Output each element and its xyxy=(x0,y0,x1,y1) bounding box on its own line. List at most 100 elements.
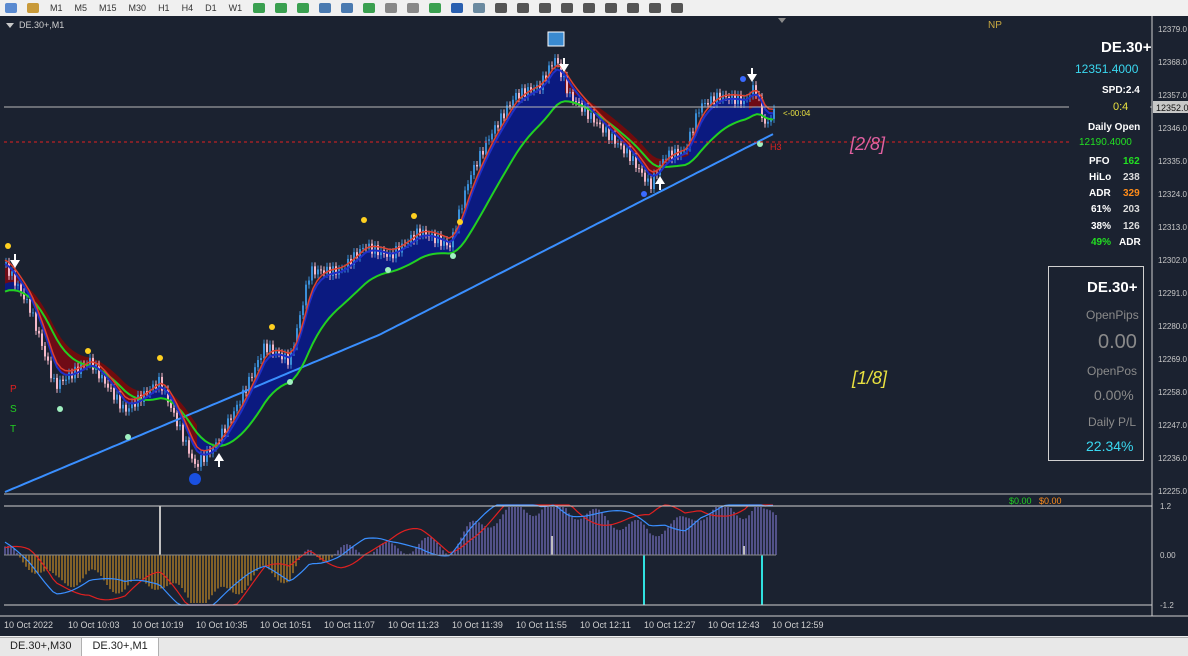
trendline-icon[interactable] xyxy=(583,3,596,13)
signal-dot xyxy=(740,76,746,82)
pst-t-label: T xyxy=(10,424,16,435)
timeframe-h4[interactable]: H4 xyxy=(176,3,200,13)
signal-a-dot xyxy=(189,473,201,485)
timeframe-d1[interactable]: D1 xyxy=(199,3,223,13)
candle-body xyxy=(473,164,475,176)
zoom-out-icon[interactable] xyxy=(341,3,354,13)
candle-body xyxy=(260,358,262,361)
price-chart[interactable]: 12379.0 12368.0 12357.0 12346.0 12335.0 12324… xyxy=(0,16,1188,636)
tab-de30-m1[interactable]: DE.30+,M1 xyxy=(82,638,159,656)
current-price-tag-text: 12352.0 xyxy=(1156,103,1188,113)
folder-icon[interactable] xyxy=(27,3,39,13)
price-axis-label: 12269.0 xyxy=(1158,355,1187,364)
stat-value-hilo: 238 xyxy=(1123,172,1140,183)
vertical-line-icon[interactable] xyxy=(539,3,552,13)
candle-body xyxy=(467,184,469,191)
candle-body xyxy=(179,424,181,427)
candle-body xyxy=(182,424,184,442)
candle-body xyxy=(35,312,37,331)
candle-body xyxy=(617,143,619,145)
add-indicator-icon[interactable] xyxy=(429,3,442,13)
timeframe-m5[interactable]: M5 xyxy=(69,3,94,13)
zoom-in-icon[interactable] xyxy=(319,3,332,13)
candle-body xyxy=(449,245,451,248)
candle-body xyxy=(53,377,55,379)
candle-body xyxy=(647,178,649,182)
candle-body xyxy=(101,374,103,379)
crosshair-icon[interactable] xyxy=(517,3,530,13)
tab-de30-m30[interactable]: DE.30+,M30 xyxy=(0,638,83,656)
candle-body xyxy=(113,388,115,400)
bar-chart-icon[interactable] xyxy=(275,3,288,13)
signal-dot xyxy=(641,191,647,197)
price-axis-label: 12324.0 xyxy=(1158,190,1187,199)
price-axis-label: 12302.0 xyxy=(1158,256,1187,265)
text-icon[interactable] xyxy=(649,3,662,13)
candle-body xyxy=(767,121,769,124)
indicator-icon[interactable] xyxy=(253,3,266,13)
candle-body xyxy=(773,108,775,119)
candle-body xyxy=(122,404,124,409)
price-axis-label: 12313.0 xyxy=(1158,223,1187,232)
line-chart-icon[interactable] xyxy=(297,3,310,13)
candle-body xyxy=(704,102,706,104)
timeframe-m1[interactable]: M1 xyxy=(44,3,69,13)
time-axis-label: 10 Oct 2022 xyxy=(4,620,53,630)
chart-window[interactable]: 12379.0 12368.0 12357.0 12346.0 12335.0 12324… xyxy=(0,16,1188,636)
stat-value-61: 203 xyxy=(1123,204,1140,215)
cursor-icon[interactable] xyxy=(495,3,508,13)
stat-value-pfo: 162 xyxy=(1123,156,1140,167)
candle-body xyxy=(557,58,559,64)
new-window-icon[interactable] xyxy=(5,3,17,13)
candle-body xyxy=(317,269,319,275)
candle-body xyxy=(116,394,118,400)
shift-icon[interactable] xyxy=(407,3,420,13)
candle-body xyxy=(644,172,646,182)
template-icon[interactable] xyxy=(473,3,486,13)
time-axis-label: 10 Oct 12:43 xyxy=(708,620,760,630)
candle-body xyxy=(596,122,598,124)
candle-body xyxy=(314,266,316,275)
candle-body xyxy=(110,387,112,389)
account-symbol: DE.30+ xyxy=(1087,279,1138,296)
stat-label-61: 61% xyxy=(1091,204,1112,215)
chart-symbol-label: DE.30+,M1 xyxy=(19,20,64,30)
timeframe-h1[interactable]: H1 xyxy=(152,3,176,13)
horizontal-line-icon[interactable] xyxy=(561,3,574,13)
candle-body xyxy=(305,284,307,306)
daily-open-label: Daily Open xyxy=(1088,122,1141,133)
candle-body xyxy=(554,58,556,66)
candle-body xyxy=(191,453,193,459)
candle-body xyxy=(206,449,208,462)
stat-value-38: 126 xyxy=(1123,221,1140,232)
candle-body xyxy=(701,103,703,113)
candle-body xyxy=(17,284,19,286)
pst-s-label: S xyxy=(10,404,17,415)
stat-value-adr: 329 xyxy=(1123,188,1140,199)
candle-body xyxy=(476,164,478,167)
timeframe-m15[interactable]: M15 xyxy=(93,3,123,13)
indicator-value-left: $0.00 xyxy=(1009,496,1032,506)
price-axis-label: 12280.0 xyxy=(1158,322,1187,331)
stat-label-38: 38% xyxy=(1091,221,1112,232)
autoscroll-icon[interactable] xyxy=(385,3,398,13)
candle-body xyxy=(437,235,439,244)
chart-tabs: DE.30+,M30 DE.30+,M1 xyxy=(0,637,1188,656)
candle-body xyxy=(236,404,238,412)
candle-body xyxy=(38,330,40,334)
time-axis-label: 10 Oct 12:11 xyxy=(580,620,631,630)
fibo-icon[interactable] xyxy=(627,3,640,13)
channel-icon[interactable] xyxy=(605,3,618,13)
candle-body xyxy=(56,377,58,389)
candle-body xyxy=(92,357,94,370)
candle-body xyxy=(470,175,472,185)
shapes-icon[interactable] xyxy=(671,3,684,13)
period-icon[interactable] xyxy=(451,3,464,13)
grid-icon[interactable] xyxy=(363,3,376,13)
candle-body xyxy=(254,367,256,378)
timeframe-m30[interactable]: M30 xyxy=(123,3,153,13)
candle-body xyxy=(62,379,64,382)
candle-body xyxy=(173,407,175,413)
candle-body xyxy=(503,113,505,119)
timeframe-w1[interactable]: W1 xyxy=(223,3,249,13)
